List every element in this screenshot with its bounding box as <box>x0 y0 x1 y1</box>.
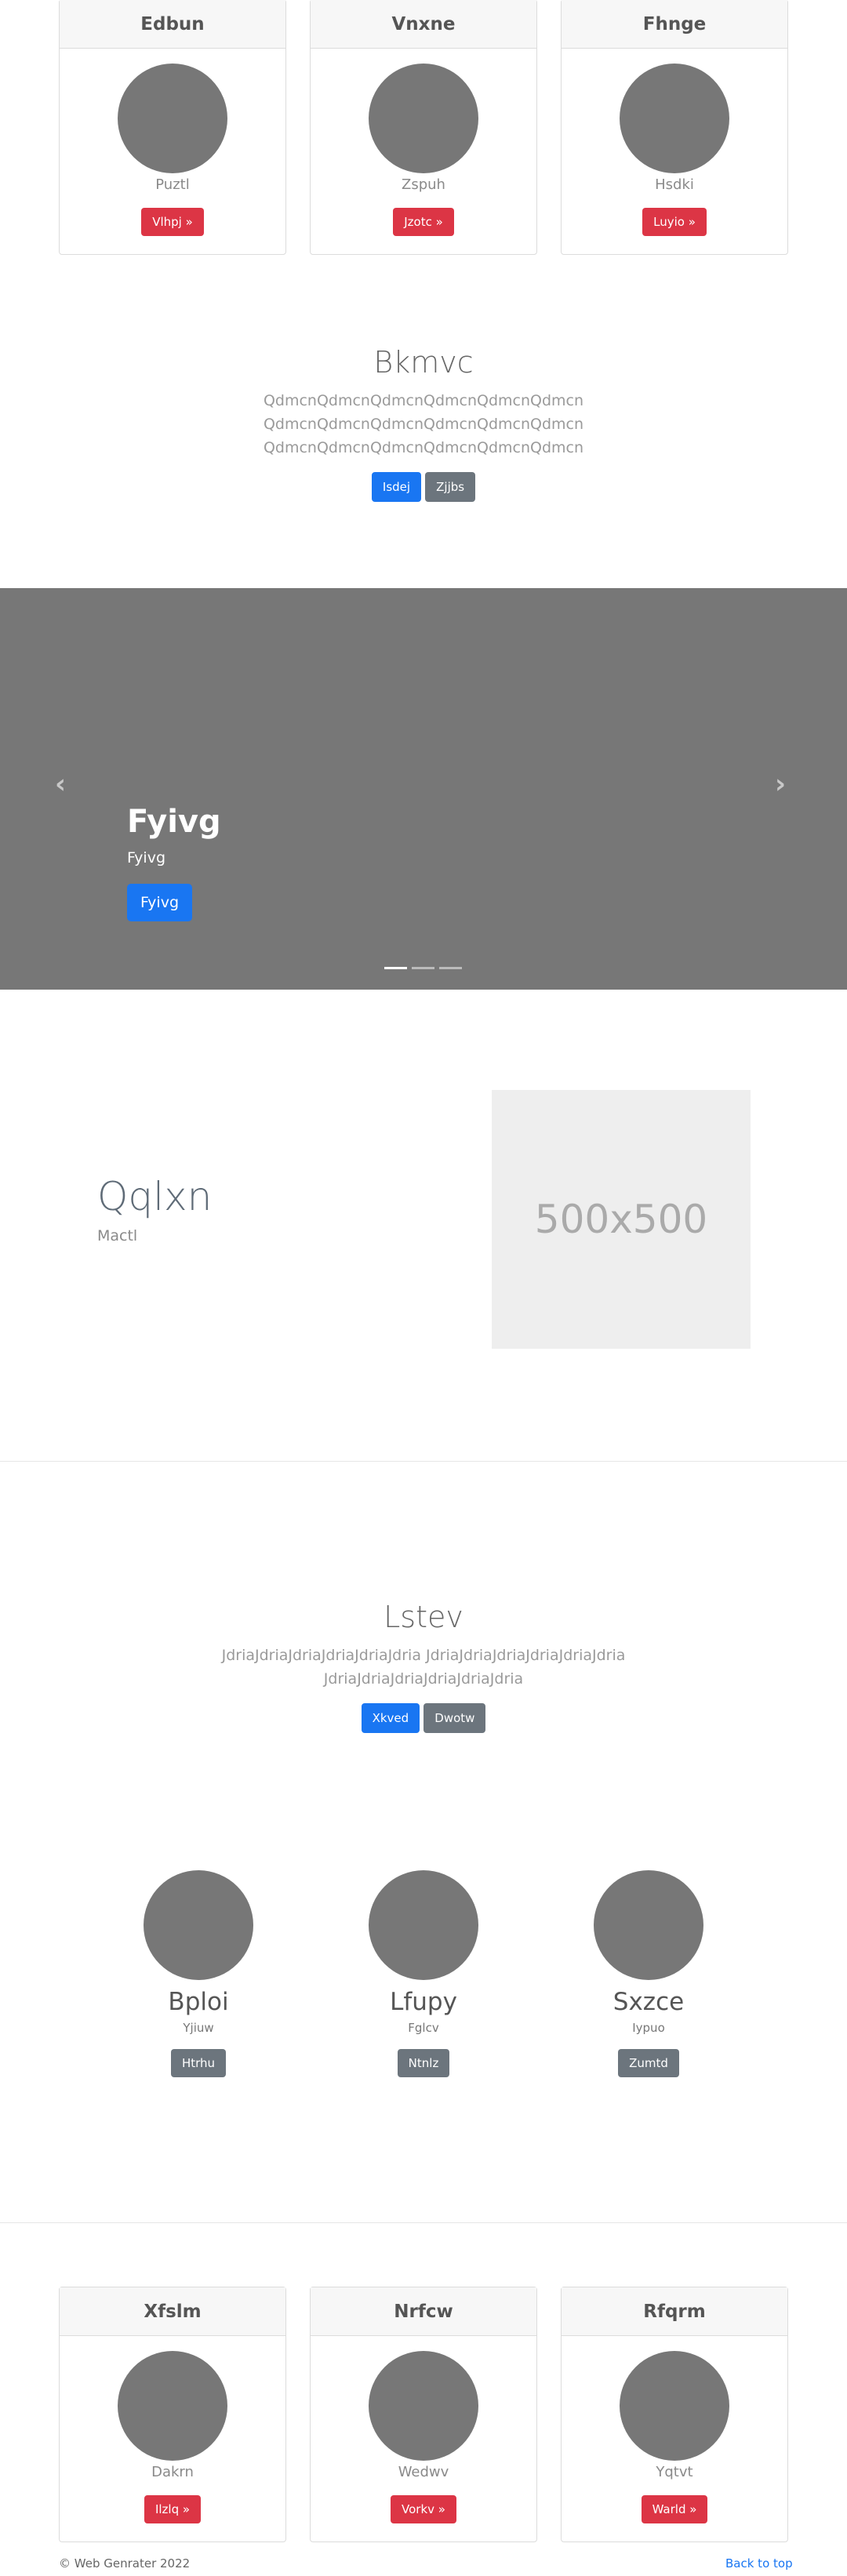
hero-title: Bkmvc <box>373 345 474 380</box>
section-lead: JdriaJdriaJdriaJdriaJdriaJdria JdriaJdri… <box>0 1644 847 1691</box>
card-rfqrm: Rfqrm Yqtvt Warld » <box>561 2287 788 2542</box>
hero-lead: QdmcnQdmcnQdmcnQdmcnQdmcnQdmcn QdmcnQdmc… <box>0 389 847 460</box>
team-avatar <box>369 1870 478 1980</box>
card-fhnge: Fhnge Hsdki Luyio » <box>561 0 788 255</box>
card-title: Edbun <box>60 0 285 49</box>
carousel-text: Fyivg <box>127 849 166 867</box>
card-xfslm: Xfslm Dakrn Ilzlq » <box>59 2287 286 2542</box>
card-button[interactable]: Ilzlq » <box>144 2495 202 2523</box>
section-line: JdriaJdriaJdriaJdriaJdriaJdria JdriaJdri… <box>221 1647 626 1664</box>
team-role: Yjiuw <box>183 2021 214 2035</box>
card-nrfcw: Nrfcw Wedwv Vorkv » <box>310 2287 537 2542</box>
card-title: Nrfcw <box>311 2287 536 2336</box>
card-button[interactable]: Vorkv » <box>391 2495 456 2523</box>
team-member: Sxzce Iypuo Zumtd <box>554 1870 743 2077</box>
card-edbun: Edbun Puztl Vlhpj » <box>59 0 286 255</box>
section-actions: Xkved Dwotw <box>0 1703 847 1733</box>
hero-primary-button[interactable]: Isdej <box>371 472 422 502</box>
card-button[interactable]: Jzotc » <box>393 208 454 236</box>
section-secondary-button[interactable]: Dwotw <box>424 1703 486 1733</box>
card-body: Puztl Vlhpj » <box>60 49 285 254</box>
card-body: Zspuh Jzotc » <box>311 49 536 254</box>
section-line: JdriaJdriaJdriaJdriaJdriaJdria <box>323 1670 524 1688</box>
card-subtitle: Dakrn <box>151 2464 194 2480</box>
team-avatar <box>144 1870 253 1980</box>
card-subtitle: Puztl <box>155 176 190 193</box>
feature-title: Qqlxn <box>97 1174 213 1219</box>
card-vnxne: Vnxne Zspuh Jzotc » <box>310 0 537 255</box>
feature-subtitle: Mactl <box>97 1227 138 1244</box>
card-title: Vnxne <box>311 0 536 49</box>
card-image <box>118 64 227 173</box>
team-avatar <box>594 1870 703 1980</box>
card-image <box>369 64 478 173</box>
hero-line: QdmcnQdmcnQdmcnQdmcnQdmcnQdmcn <box>263 439 584 456</box>
team-button[interactable]: Zumtd <box>618 2049 679 2077</box>
section-title: Lstev <box>384 1600 463 1634</box>
carousel-indicator[interactable] <box>439 967 462 969</box>
card-body: Wedwv Vorkv » <box>311 2336 536 2541</box>
team-name: Sxzce <box>613 1988 685 2016</box>
hero-actions: Isdej Zjjbs <box>0 472 847 502</box>
team-button[interactable]: Htrhu <box>170 2049 227 2077</box>
team-member: Bploi Yjiuw Htrhu <box>104 1870 293 2077</box>
hero-section: Bkmvc QdmcnQdmcnQdmcnQdmcnQdmcnQdmcn Qdm… <box>0 345 847 502</box>
lead-section: Lstev JdriaJdriaJdriaJdriaJdriaJdria Jdr… <box>0 1600 847 1733</box>
card-title: Fhnge <box>562 0 787 49</box>
card-button[interactable]: Luyio » <box>642 208 707 236</box>
team-member: Lfupy Fglcv Ntnlz <box>329 1870 518 2077</box>
section-divider <box>0 2222 847 2223</box>
card-image <box>620 64 729 173</box>
team-role: Iypuo <box>632 2021 665 2035</box>
card-image <box>369 2351 478 2461</box>
hero-secondary-button[interactable]: Zjjbs <box>425 472 476 502</box>
feature-image-placeholder: 500x500 <box>492 1090 751 1349</box>
placeholder-label: 500x500 <box>534 1197 708 1242</box>
carousel-button[interactable]: Fyivg <box>127 884 193 921</box>
card-subtitle: Wedwv <box>398 2464 449 2480</box>
card-subtitle: Yqtvt <box>656 2464 693 2480</box>
carousel-title: Fyivg <box>127 804 221 840</box>
back-to-top-link[interactable]: Back to top <box>725 2556 793 2571</box>
carousel: ‹ › Fyivg Fyivg Fyivg <box>0 588 847 990</box>
footer-copyright: © Web Genrater 2022 <box>59 2556 191 2571</box>
hero-line: QdmcnQdmcnQdmcnQdmcnQdmcnQdmcn <box>263 416 584 433</box>
card-body: Yqtvt Warld » <box>562 2336 787 2541</box>
hero-line: QdmcnQdmcnQdmcnQdmcnQdmcnQdmcn <box>263 392 584 409</box>
card-subtitle: Zspuh <box>402 176 445 193</box>
chevron-right-icon[interactable]: › <box>775 768 786 800</box>
card-button[interactable]: Vlhpj » <box>141 208 204 236</box>
card-body: Hsdki Luyio » <box>562 49 787 254</box>
card-image <box>620 2351 729 2461</box>
card-button[interactable]: Warld » <box>641 2495 708 2523</box>
team-button[interactable]: Ntnlz <box>397 2049 450 2077</box>
team-name: Lfupy <box>390 1988 457 2016</box>
card-title: Rfqrm <box>562 2287 787 2336</box>
card-image <box>118 2351 227 2461</box>
team-name: Bploi <box>168 1988 229 2016</box>
section-divider <box>0 1461 847 1462</box>
card-subtitle: Hsdki <box>655 176 694 193</box>
section-primary-button[interactable]: Xkved <box>361 1703 420 1733</box>
team-role: Fglcv <box>408 2021 439 2035</box>
card-body: Dakrn Ilzlq » <box>60 2336 285 2541</box>
carousel-indicator[interactable] <box>384 967 407 969</box>
card-title: Xfslm <box>60 2287 285 2336</box>
carousel-indicator[interactable] <box>412 967 434 969</box>
chevron-left-icon[interactable]: ‹ <box>55 768 66 800</box>
